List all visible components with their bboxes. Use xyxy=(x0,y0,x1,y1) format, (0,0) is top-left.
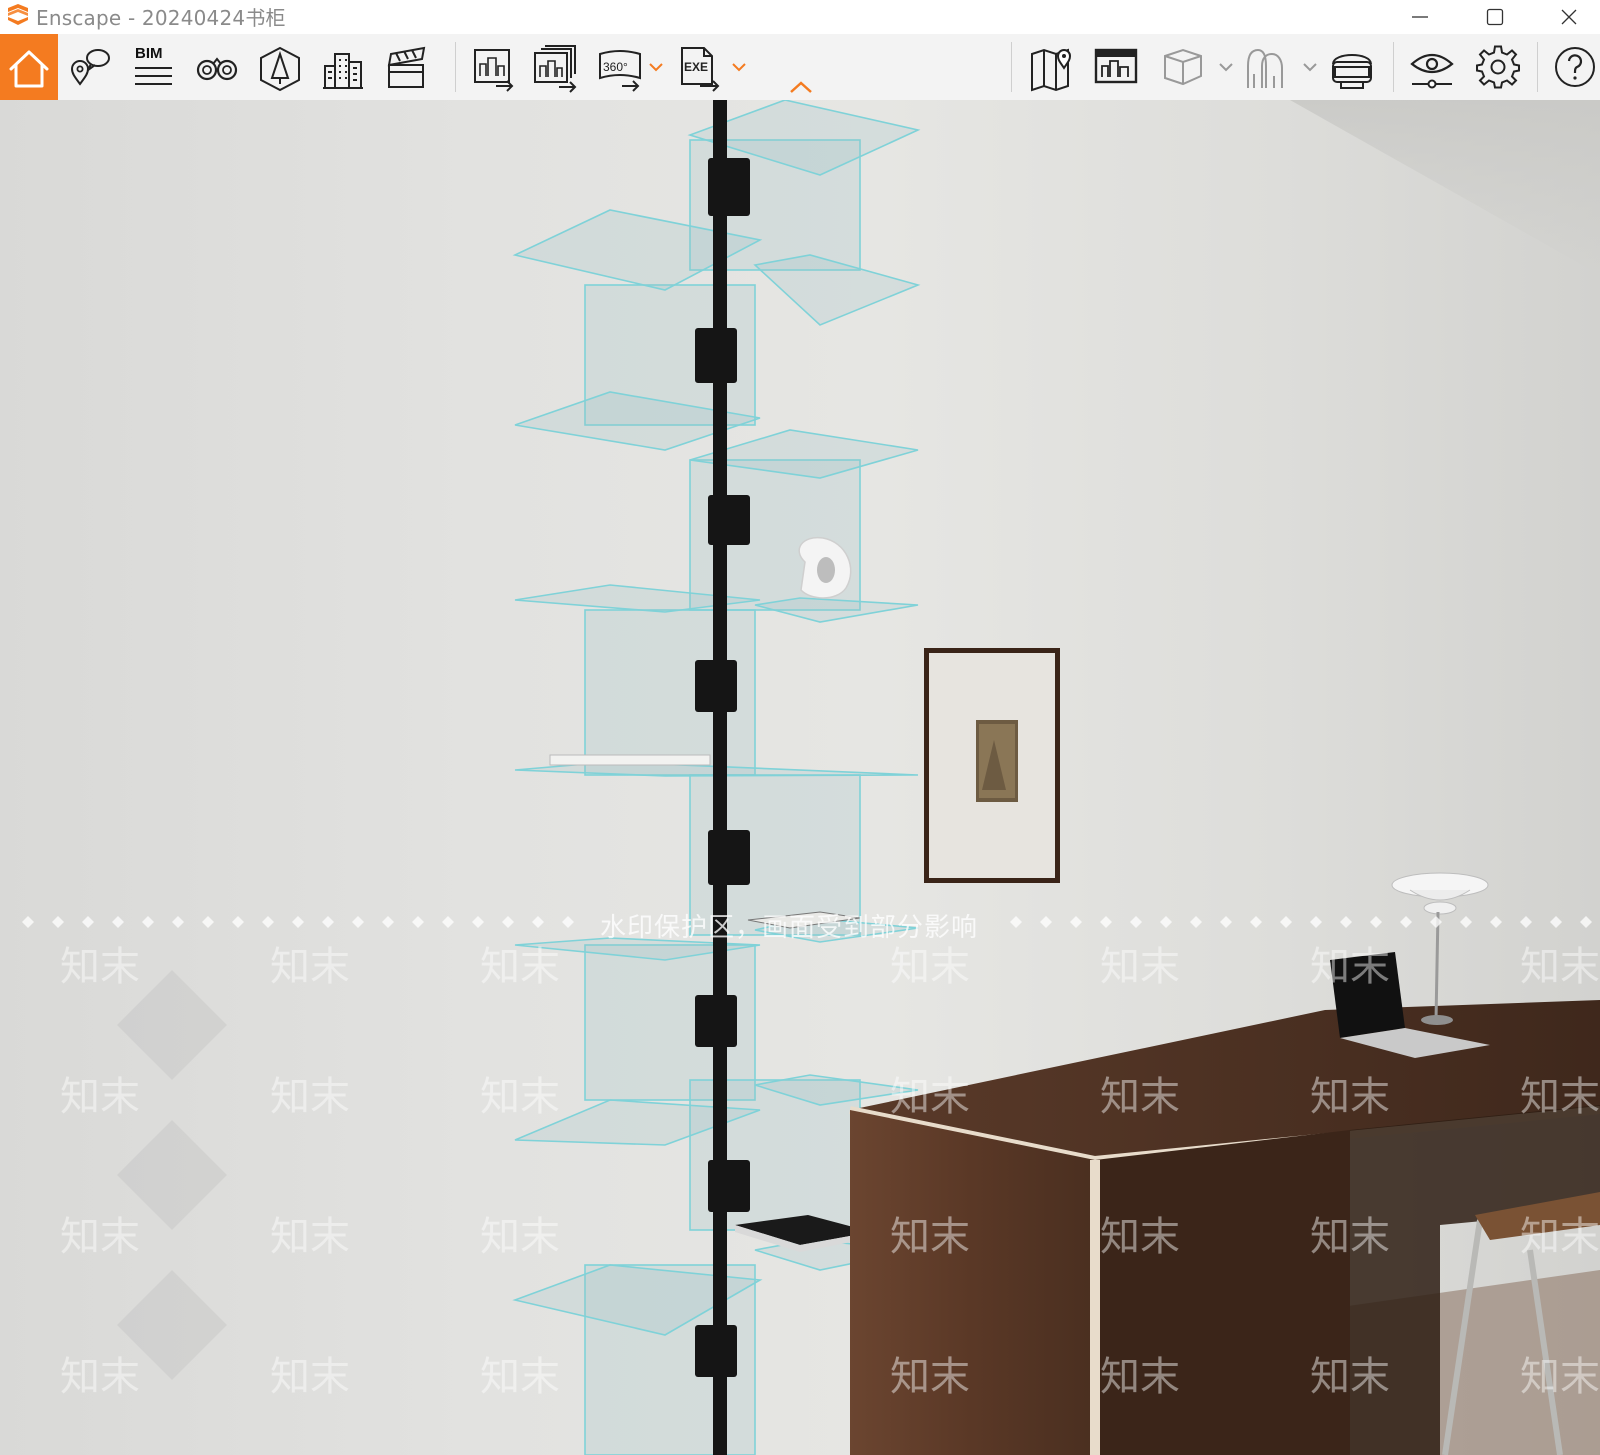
walk-mode-button[interactable] xyxy=(189,40,245,94)
enscape-logo-icon xyxy=(8,4,28,25)
help-button[interactable] xyxy=(1550,40,1600,94)
map-pin-chat-icon xyxy=(70,49,110,86)
minimize-icon xyxy=(1412,16,1428,18)
panorama-360-icon: 360° xyxy=(599,50,641,92)
bim-list-icon xyxy=(135,67,172,85)
close-icon xyxy=(1561,9,1577,25)
toolbar-separator xyxy=(455,42,456,92)
visual-settings-button[interactable] xyxy=(1404,40,1460,94)
watermark-logo: 知末 xyxy=(1310,944,1390,990)
watermark-logo: 知末 xyxy=(1310,1354,1390,1400)
collaborative-button[interactable] xyxy=(1240,40,1296,94)
watermark-logo: 知末 xyxy=(480,1074,560,1120)
asset-library-button[interactable] xyxy=(252,40,308,94)
people-outline-icon xyxy=(1247,48,1283,88)
material-dropdown-chevron-icon[interactable] xyxy=(1217,58,1235,76)
watermark-logo: 知末 xyxy=(1520,1354,1600,1400)
watermark-logo: 知末 xyxy=(890,1074,970,1120)
gear-icon xyxy=(1476,45,1520,89)
export-exe-label: EXE xyxy=(684,60,708,74)
asset-library-icon xyxy=(260,46,300,92)
window-title: Enscape - 20240424书柜 xyxy=(36,6,286,30)
watermark-logo: 知末 xyxy=(1520,1214,1600,1260)
bim-button[interactable]: BIM xyxy=(126,40,182,94)
buildings-icon xyxy=(323,53,363,89)
collaborative-dropdown-chevron-icon[interactable] xyxy=(1301,58,1319,76)
render-image-button[interactable] xyxy=(466,40,522,94)
vr-headset-icon xyxy=(1332,54,1372,89)
render-360-label: 360° xyxy=(603,60,628,74)
watermark-logo: 知末 xyxy=(1520,944,1600,990)
watermark-logo: 知末 xyxy=(890,1214,970,1260)
watermark-logo: 知末 xyxy=(1520,1074,1600,1120)
book-stack xyxy=(549,754,711,766)
watermark-logo: 知末 xyxy=(480,944,560,990)
maximize-icon xyxy=(1486,8,1504,26)
site-context-button[interactable] xyxy=(315,40,371,94)
watermark-logo: 知末 xyxy=(480,1214,560,1260)
watermark-logo: 知末 xyxy=(1100,1354,1180,1400)
watermark-logo: 知末 xyxy=(270,1074,350,1120)
main-toolbar: BIM 360° EXE xyxy=(0,34,1600,101)
watermark-logo: 知末 xyxy=(890,1354,970,1400)
title-bar: Enscape - 20240424书柜 xyxy=(0,0,1600,34)
export-exe-button[interactable]: EXE xyxy=(674,40,730,94)
rendered-scene: 知末 知末 知末 知末 知末 知末 知末 知末 知末 知末 知末 知末 知末 知… xyxy=(22,100,1600,1455)
watermark-logo: 知末 xyxy=(60,944,140,990)
general-settings-button[interactable] xyxy=(1470,40,1526,94)
map-icon xyxy=(1031,48,1072,92)
table-lamp xyxy=(1391,872,1489,1025)
home-button[interactable] xyxy=(0,34,58,100)
binoculars-icon xyxy=(196,57,238,81)
video-editor-button[interactable] xyxy=(378,40,434,94)
toolbar-separator xyxy=(1393,42,1394,92)
watermark-logo: 知末 xyxy=(1310,1074,1390,1120)
cube-icon xyxy=(1164,48,1202,86)
watermark-logo: 知末 xyxy=(60,1074,140,1120)
watermark-logo: 知末 xyxy=(270,1354,350,1400)
material-editor-button[interactable] xyxy=(1155,40,1211,94)
minimize-button[interactable] xyxy=(1383,0,1457,34)
close-button[interactable] xyxy=(1532,0,1600,34)
watermark-logo: 知末 xyxy=(270,944,350,990)
watermark-logo: 知末 xyxy=(1100,1074,1180,1120)
eye-settings-icon xyxy=(1410,53,1454,89)
mini-map-button[interactable] xyxy=(1090,40,1146,94)
watermark-logo: 知末 xyxy=(60,1214,140,1260)
render-360-dropdown-chevron-icon[interactable] xyxy=(647,58,665,76)
watermark-logo: 知末 xyxy=(1100,1214,1180,1260)
collapse-toolbar-chevron-icon[interactable] xyxy=(788,78,814,96)
render-360-button[interactable]: 360° xyxy=(594,40,650,94)
views-button[interactable] xyxy=(63,40,119,94)
home-icon xyxy=(9,50,49,88)
maximize-button[interactable] xyxy=(1458,0,1532,34)
clapperboard-icon xyxy=(387,46,426,88)
minimap-icon xyxy=(1094,48,1138,84)
render-image-icon xyxy=(474,49,514,92)
ceiling-shadow xyxy=(1290,100,1600,275)
exe-export-icon: EXE xyxy=(681,47,720,92)
toolbar-separator xyxy=(1011,42,1012,92)
toolbar-separator xyxy=(1537,42,1538,92)
framed-artwork xyxy=(924,648,1060,883)
watermark-logo: 知末 xyxy=(480,1354,560,1400)
watermark-logo: 知末 xyxy=(890,944,970,990)
map-button[interactable] xyxy=(1024,40,1080,94)
batch-render-icon xyxy=(534,45,577,93)
export-exe-dropdown-chevron-icon[interactable] xyxy=(730,58,748,76)
vr-headset-button[interactable] xyxy=(1325,40,1381,94)
watermark-logo: 知末 xyxy=(1100,944,1180,990)
batch-render-button[interactable] xyxy=(529,40,585,94)
watermark-logo: 知末 xyxy=(1310,1214,1390,1260)
watermark-logo: 知末 xyxy=(60,1354,140,1400)
watermark-notice: 水印保护区，画面受到部分影响 xyxy=(600,913,979,943)
render-viewport[interactable]: 知末 知末 知末 知末 知末 知末 知末 知末 知末 知末 知末 知末 知末 知… xyxy=(0,100,1600,1455)
watermark-logo: 知末 xyxy=(270,1214,350,1260)
help-icon xyxy=(1555,47,1595,87)
